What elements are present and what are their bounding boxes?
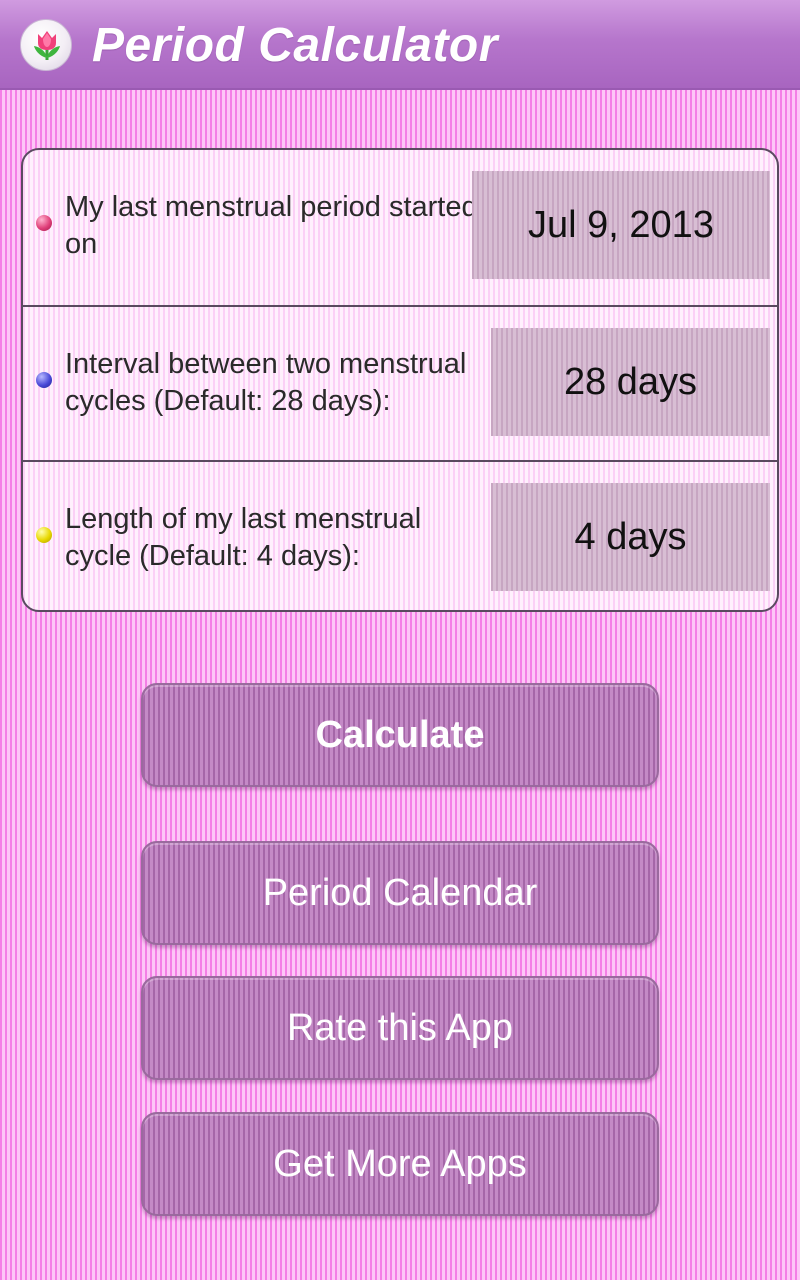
pink-bullet-icon: [36, 215, 52, 231]
blue-bullet-icon: [36, 372, 52, 388]
tulip-icon: [20, 19, 72, 71]
calculate-button[interactable]: Calculate: [141, 683, 659, 787]
more-apps-button[interactable]: Get More Apps: [141, 1112, 659, 1216]
period-input-form: My last menstrual period started on Jul …: [21, 148, 779, 612]
last-period-date-field[interactable]: Jul 9, 2013: [472, 171, 770, 279]
cycle-interval-row: Interval between two menstrual cycles (D…: [23, 305, 777, 459]
rate-app-button[interactable]: Rate this App: [141, 976, 659, 1080]
last-period-label: My last menstrual period started on: [65, 191, 478, 260]
last-period-row: My last menstrual period started on Jul …: [23, 150, 777, 304]
app-title: Period Calculator: [92, 19, 498, 72]
period-length-field[interactable]: 4 days: [491, 483, 770, 591]
app-bar: Period Calculator: [0, 0, 800, 90]
cycle-interval-label: Interval between two menstrual cycles (D…: [65, 348, 467, 417]
period-calendar-button[interactable]: Period Calendar: [141, 841, 659, 945]
period-length-row: Length of my last menstrual cycle (Defau…: [23, 460, 777, 610]
period-length-label: Length of my last menstrual cycle (Defau…: [65, 503, 422, 572]
cycle-interval-field[interactable]: 28 days: [491, 328, 770, 436]
yellow-bullet-icon: [36, 527, 52, 543]
